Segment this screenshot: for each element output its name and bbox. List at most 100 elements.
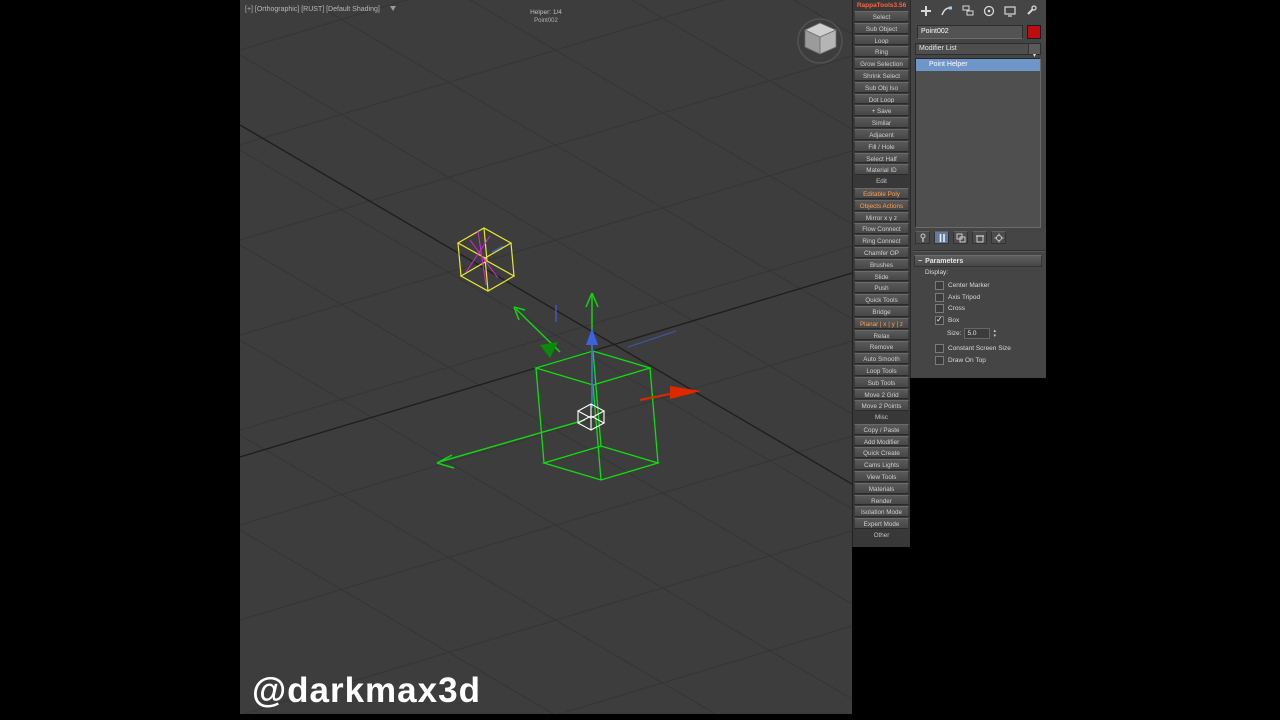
display-group-label: Display: [925, 269, 949, 276]
helper-name-text: Point002 [534, 18, 558, 24]
rappatools-button[interactable]: Planar | x | y | z [854, 317, 909, 329]
rappatools-button[interactable]: Auto Smooth [854, 353, 909, 364]
rappatools-button[interactable]: Other [854, 530, 909, 541]
checkbox[interactable] [935, 304, 944, 314]
rappatools-button[interactable]: Move 2 Grid [854, 388, 909, 400]
show-end-result-icon[interactable] [934, 231, 949, 244]
pin-stack-icon[interactable] [915, 231, 930, 244]
modifier-stack-item[interactable]: Point Helper [916, 59, 1040, 71]
modifier-list-label: Modifier List [919, 45, 957, 52]
size-spinner[interactable] [993, 329, 996, 339]
rappatools-button[interactable]: Flow Connect [854, 223, 909, 235]
rappatools-button[interactable]: Grow Selection [854, 58, 909, 69]
rappatools-button[interactable]: Brushes [854, 258, 909, 270]
rappatools-button[interactable]: Sub Object [854, 22, 909, 34]
size-value-input[interactable]: 5.0 [964, 328, 991, 339]
rappatools-button[interactable]: Fill / Hole [854, 140, 909, 152]
checkbox[interactable] [935, 344, 944, 354]
rappatools-button[interactable]: Select Half [854, 152, 909, 164]
parameters-rollout-header[interactable]: Parameters [914, 255, 1042, 267]
display-tab-icon[interactable] [1001, 3, 1018, 19]
checkbox-label: Center Marker [948, 282, 990, 290]
rappatools-button[interactable]: Cams Lights [854, 459, 909, 471]
modifier-list-dropdown[interactable]: Modifier List [915, 43, 1041, 55]
parameter-checkbox-row[interactable]: Axis Tripod [935, 292, 1045, 304]
rappatools-button[interactable]: Loop [854, 34, 909, 46]
parameter-checkbox-row[interactable]: Draw On Top [935, 355, 1045, 367]
rappatools-button[interactable]: Sub Tools [854, 376, 909, 388]
gizmo-plane-handle-green[interactable] [540, 342, 558, 358]
viewport[interactable]: [+] [Orthographic] [RUST] [Default Shadi… [240, 0, 852, 714]
create-tab-icon[interactable] [917, 3, 934, 19]
rappatools-button[interactable]: Material ID [854, 164, 909, 176]
checkbox[interactable] [935, 292, 944, 302]
viewport-canvas[interactable]: [+] [Orthographic] [RUST] [Default Shadi… [240, 0, 852, 714]
object-name-input[interactable]: Point002 [917, 25, 1023, 39]
rappatools-button[interactable]: Select [854, 11, 909, 22]
rappatools-button[interactable]: Remove [854, 341, 909, 353]
rappatools-button[interactable]: Ring [854, 46, 909, 58]
rappatools-button[interactable]: View Tools [854, 471, 909, 482]
rappatools-button[interactable]: Adjacent [854, 128, 909, 140]
configure-modifier-icon[interactable] [991, 231, 1006, 244]
checkbox[interactable] [935, 281, 944, 291]
viewport-menu-arrow-icon[interactable] [390, 6, 396, 11]
rappatools-button[interactable]: Chamfer OP [854, 246, 909, 258]
make-unique-icon[interactable] [953, 231, 968, 244]
rappatools-panel: RappaTools3.56 Select Sub Object Loop Ring G… [852, 0, 910, 547]
parameter-checkbox-row[interactable]: Box [935, 315, 1045, 327]
display-checkbox-group: Center Marker Axis Tripod Cross Box [935, 280, 1045, 326]
rollout-collapse-icon[interactable] [918, 258, 922, 265]
move-gizmo[interactable] [436, 292, 701, 469]
rappatools-button[interactable]: Isolation Mode [854, 506, 909, 518]
viewport-label[interactable]: [+] [Orthographic] [RUST] [Default Shadi… [245, 6, 380, 13]
remove-modifier-icon[interactable] [972, 231, 987, 244]
rappatools-button[interactable]: Dot Loop [854, 93, 909, 105]
checkbox-label: Axis Tripod [948, 293, 981, 301]
rappatools-button[interactable]: + Save [854, 105, 909, 117]
rappatools-button[interactable]: Editable Poly [854, 187, 909, 199]
rappatools-button[interactable]: Add Modifier [854, 435, 909, 447]
rappatools-button[interactable]: Objects Actions [854, 199, 909, 211]
checkbox[interactable] [935, 355, 944, 365]
rappatools-title: RappaTools3.56 [856, 2, 907, 9]
rappatools-button[interactable]: Ring Connect [854, 235, 909, 246]
rappatools-button[interactable]: Similar [854, 117, 909, 128]
checkbox[interactable] [935, 315, 944, 325]
parameter-checkbox-row[interactable]: Center Marker [935, 280, 1045, 292]
parameter-checkbox-row[interactable]: Constant Screen Size [935, 343, 1045, 355]
rappatools-button[interactable]: Slide [854, 270, 909, 282]
rappatools-button[interactable]: Expert Mode [854, 518, 909, 530]
spinner-down-icon[interactable] [993, 334, 996, 339]
motion-tab-icon[interactable] [980, 3, 997, 19]
grid-minor-lines [240, 0, 852, 714]
rappatools-button[interactable]: Render [854, 494, 909, 506]
hierarchy-tab-icon[interactable] [959, 3, 976, 19]
rappatools-button[interactable]: Shrink Select [854, 69, 909, 81]
modifier-stack[interactable]: Point Helper [915, 58, 1041, 228]
modify-tab-icon[interactable] [938, 3, 955, 19]
parameter-checkbox-row[interactable]: Cross [935, 303, 1045, 315]
view-cube[interactable] [797, 18, 843, 64]
rappatools-button[interactable]: Quick Create [854, 447, 909, 459]
dropdown-arrow-icon[interactable] [1028, 44, 1040, 54]
rappatools-button[interactable]: Materials [854, 482, 909, 494]
rappatools-button[interactable]: Quick Tools [854, 294, 909, 305]
selected-cube[interactable] [533, 350, 661, 481]
rappatools-button[interactable]: Push [854, 282, 909, 294]
rollout-title: Parameters [925, 257, 964, 265]
command-panel: Point002 Modifier List Point Helper Para… [910, 0, 1046, 378]
utilities-tab-icon[interactable] [1022, 3, 1039, 19]
rappatools-button[interactable]: Move 2 Points [854, 400, 909, 412]
watermark-text: @darkmax3d [252, 671, 481, 710]
rappatools-button[interactable]: Misc [854, 412, 909, 423]
rappatools-button[interactable]: Bridge [854, 305, 909, 317]
rappatools-button[interactable]: Loop Tools [854, 364, 909, 376]
rappatools-button[interactable]: Relax [854, 329, 909, 341]
rappatools-button[interactable]: Edit [854, 176, 909, 187]
rappatools-button[interactable]: Sub Obj Iso [854, 81, 909, 93]
size-parameter-row: Size: 5.0 [947, 328, 996, 339]
object-color-swatch[interactable] [1027, 25, 1041, 39]
rappatools-button[interactable]: Copy / Paste [854, 423, 909, 435]
rappatools-button[interactable]: Mirror x y z [854, 211, 909, 223]
